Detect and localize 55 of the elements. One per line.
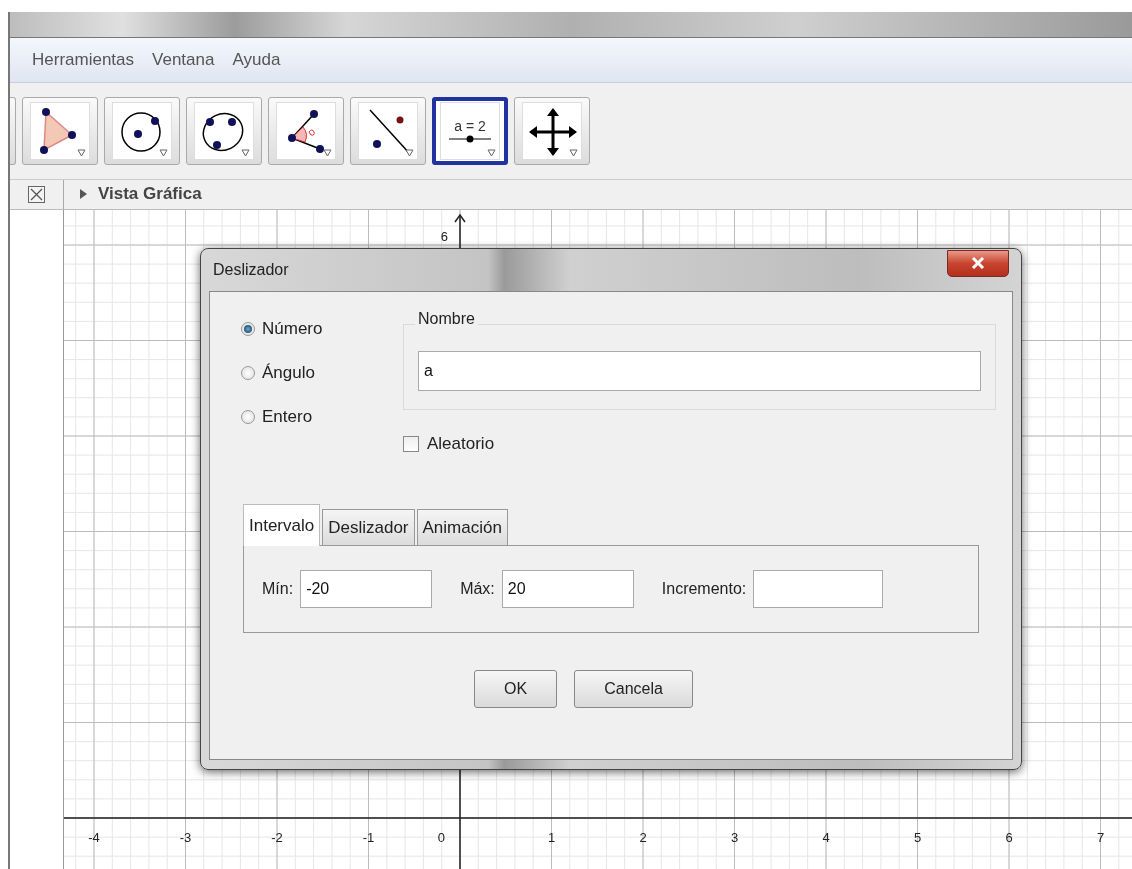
- view-title[interactable]: Vista Gráfica: [64, 183, 208, 206]
- axis-label: 4: [822, 830, 830, 845]
- ok-button[interactable]: OK: [474, 670, 558, 708]
- axis-label: 5: [913, 830, 922, 845]
- menu-item[interactable]: Herramientas: [30, 50, 137, 70]
- field-label: Mín:: [262, 580, 294, 598]
- name-field[interactable]: a: [418, 351, 981, 391]
- triangle-down-icon: [241, 148, 250, 157]
- axis-label: 2: [639, 830, 647, 845]
- tool-button[interactable]: [22, 96, 98, 165]
- tool-button[interactable]: [350, 96, 426, 165]
- triangle-down-icon: [487, 148, 496, 157]
- menu-item[interactable]: Ventana: [150, 50, 217, 70]
- menu-item[interactable]: Ayuda: [230, 50, 283, 70]
- field-label: Incremento:: [661, 580, 747, 598]
- tab[interactable]: Intervalo: [243, 504, 321, 546]
- triangle-down-icon: [77, 148, 86, 157]
- number-field[interactable]: 20: [501, 570, 634, 608]
- random-checkbox[interactable]: Aleatorio: [403, 434, 495, 454]
- close-button[interactable]: [947, 249, 1009, 277]
- axis-label: 3: [730, 830, 739, 845]
- axis-label: 0: [437, 830, 445, 845]
- triangle-down-icon: [323, 148, 332, 157]
- axis-label: -2: [271, 830, 283, 845]
- axis-label: -4: [88, 830, 100, 845]
- radio-option[interactable]: Entero: [241, 407, 403, 427]
- axis-label: -3: [179, 830, 192, 845]
- number-field[interactable]: -20: [300, 570, 433, 608]
- dialog-title: Deslizador: [213, 261, 289, 279]
- slider-icon: [448, 133, 492, 144]
- tool-button[interactable]: [104, 96, 180, 165]
- tab[interactable]: Deslizador: [322, 509, 415, 545]
- slider-tool-label: a = 2: [454, 117, 486, 134]
- cancel-button[interactable]: Cancela: [574, 670, 693, 708]
- radio-option[interactable]: Ángulo: [241, 363, 403, 383]
- number-field[interactable]: [753, 570, 884, 608]
- axis-label: 1: [547, 830, 556, 845]
- field-label: Máx:: [460, 580, 495, 598]
- axis-label: 6: [440, 229, 448, 244]
- axis-label: 6: [1005, 830, 1013, 845]
- tab[interactable]: Animación: [416, 509, 508, 545]
- triangle-down-icon: [405, 148, 414, 157]
- tool-button[interactable]: [268, 96, 344, 165]
- close-view-icon[interactable]: [28, 185, 45, 203]
- triangle-down-icon: [569, 148, 578, 157]
- disclosure-triangle-icon: [78, 188, 88, 201]
- axis-label: 7: [1096, 830, 1105, 845]
- radio-option[interactable]: Número: [241, 319, 403, 339]
- tool-button[interactable]: [514, 96, 590, 165]
- group-label: Nombre: [415, 310, 478, 328]
- tool-button[interactable]: [186, 96, 262, 165]
- axis-label: -1: [362, 830, 375, 845]
- tool-button[interactable]: a = 2: [432, 96, 508, 165]
- triangle-down-icon: [159, 148, 168, 157]
- close-icon: [971, 257, 985, 269]
